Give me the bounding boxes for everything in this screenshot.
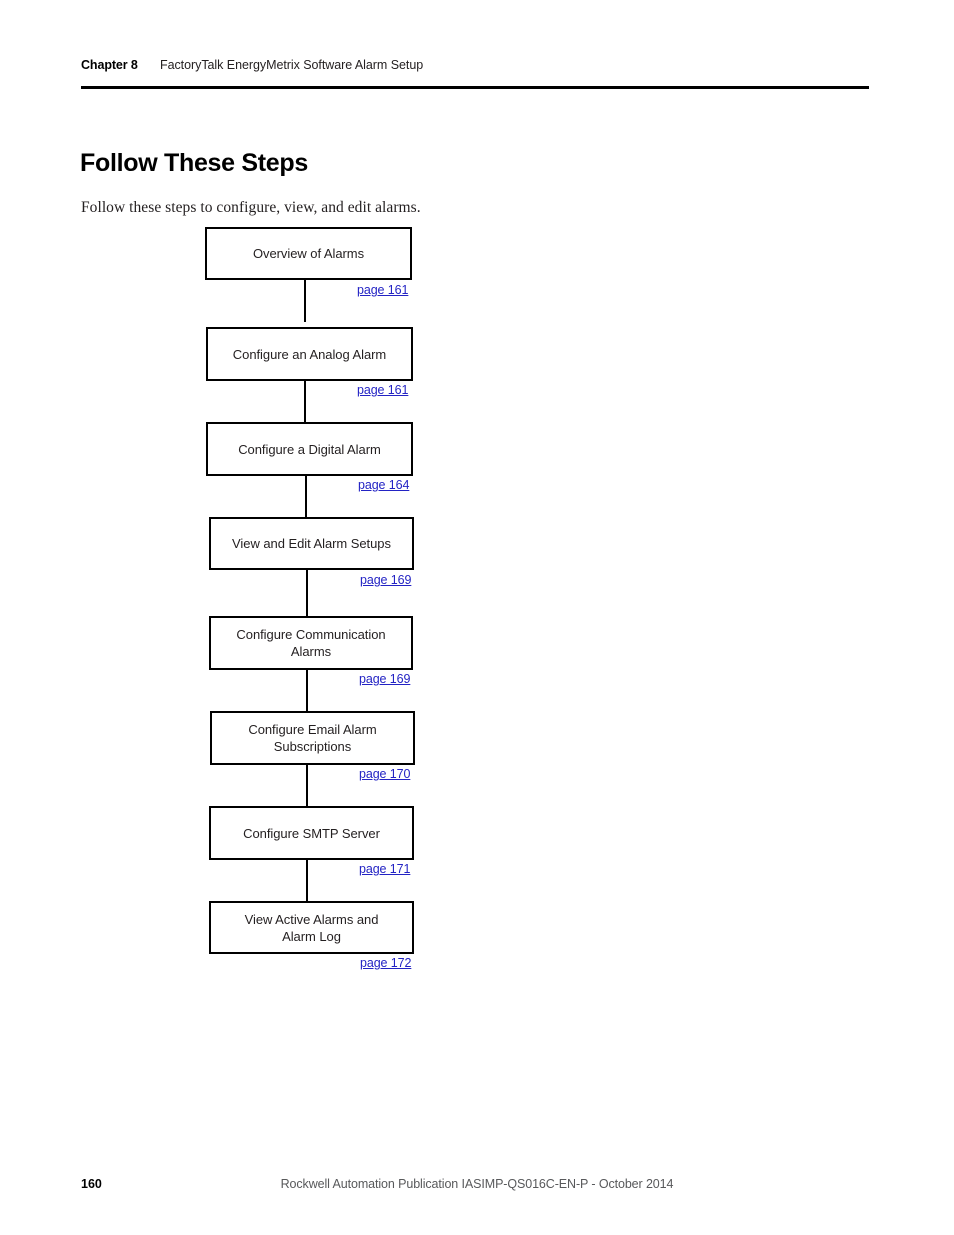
flow-connector [304,280,306,322]
flow-connector [305,476,307,517]
page-reference-link[interactable]: page 161 [357,383,408,397]
footer-publication-line: Rockwell Automation Publication IASIMP-Q… [280,1177,674,1191]
page-reference-link[interactable]: page 171 [359,862,410,876]
flow-connector [306,860,308,901]
page-reference-link[interactable]: page 169 [360,573,411,587]
flow-step-box: Configure SMTP Server [209,806,414,860]
page-reference-link[interactable]: page 169 [359,672,410,686]
flow-step-label: Configure SMTP Server [243,825,380,841]
flow-step-label: View and Edit Alarm Setups [232,536,391,551]
flow-connector [306,765,308,806]
flow-step-label: Configure Email Alarm Subscriptions [248,722,377,754]
page-reference-link[interactable]: page 170 [359,767,410,781]
page-reference-link[interactable]: page 164 [358,478,409,492]
flow-step-box: Configure Communication Alarms [209,616,413,670]
page-reference-link[interactable]: page 172 [360,956,411,970]
flow-connector [304,381,306,422]
flow-connector [306,570,308,616]
header-divider-rule [81,86,869,89]
flow-step-box: View Active Alarms and Alarm Log [209,901,414,954]
flow-step-label: Configure an Analog Alarm [232,346,387,362]
flow-step-box: View and Edit Alarm Setups [209,517,414,570]
follow-these-steps-flowchart: Overview of Alarms page 161 Configure an… [0,0,954,1235]
flow-step-label: Configure Communication Alarms [236,627,386,659]
flow-step-label: Configure a Digital Alarm [238,441,381,457]
chapter-label: Chapter 8 [81,58,138,72]
flow-step-box: Configure Email Alarm Subscriptions [210,711,415,765]
header-line: Chapter 8 FactoryTalk EnergyMetrix Softw… [81,58,869,80]
flow-step-box: Configure an Analog Alarm [206,327,413,381]
intro-paragraph: Follow these steps to configure, view, a… [81,198,421,216]
page-title: Follow These Steps [80,148,308,177]
flow-step-box: Configure a Digital Alarm [206,422,413,476]
flow-step-label: View Active Alarms and Alarm Log [244,911,379,944]
flow-step-label: Overview of Alarms [252,246,365,261]
chapter-title: FactoryTalk EnergyMetrix Software Alarm … [160,58,424,72]
flow-connector [306,670,308,711]
flow-step-box: Overview of Alarms [205,227,412,280]
page-reference-link[interactable]: page 161 [357,283,408,297]
